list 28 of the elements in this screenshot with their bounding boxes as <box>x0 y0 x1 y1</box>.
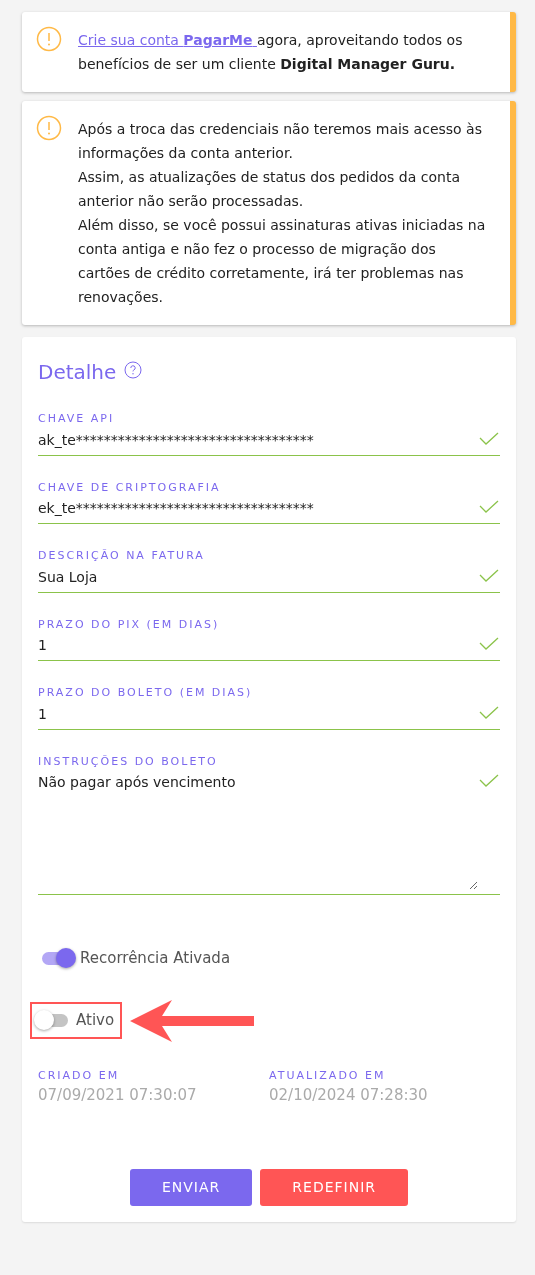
date-value: 07/09/2021 07:30:07 <box>38 1085 198 1106</box>
alert-text: Crie sua conta PagarMe agora, aproveitando todos os benefícios de ser um cliente Digital Manager Guru. <box>78 31 464 74</box>
alert-text: Após a troca das credenciais não teremos mais acesso às informações da conta anterior. <box>78 120 483 163</box>
input-field[interactable]: Sua Loja <box>38 566 478 588</box>
warning-icon <box>36 115 62 141</box>
pagarme-link[interactable]: Crie sua conta PagarMe <box>78 32 257 48</box>
field-label: INSTRUÇÕES DO BOLETO <box>38 753 219 770</box>
date-label: CRIADO EM <box>38 1067 121 1084</box>
input-field[interactable]: 1 <box>38 635 478 656</box>
textarea-field[interactable]: Não pagar após vencimento <box>38 772 478 890</box>
submit-button[interactable]: ENVIAR <box>129 1168 253 1206</box>
toggle-switch[interactable]: Ativo <box>34 1005 119 1036</box>
field-label: DESCRIÇÃO NA FATURA <box>38 548 206 564</box>
alert-text: Assim, as atualizações de status dos pedidos da conta anterior não serão processadas. <box>78 168 461 211</box>
field-label: CHAVE API <box>38 411 116 427</box>
input-field[interactable]: 1 <box>38 703 478 725</box>
field-label: PRAZO DO PIX (EM DIAS) <box>38 616 221 633</box>
field-label: CHAVE DE CRIPTOGRAFIA <box>38 479 222 496</box>
date-label: ATUALIZADO EM <box>269 1067 387 1084</box>
section-title: Detalhe <box>38 359 117 386</box>
warning-icon <box>36 26 62 52</box>
input-field[interactable]: ek_te********************************** <box>38 498 478 519</box>
input-field[interactable]: ak_te********************************** <box>38 429 478 451</box>
field-label: PRAZO DO BOLETO (EM DIAS) <box>38 685 254 701</box>
toggle-switch[interactable]: Recorrência Ativada <box>38 943 235 974</box>
date-value: 02/10/2024 07:28:30 <box>269 1085 429 1106</box>
help-icon[interactable] <box>124 361 143 379</box>
alert-text: Além disso, se você possui assinaturas ativas iniciadas na conta antiga e não fez o processo de migração dos cartões de crédito corretamente, irá ter problemas nas renovações. <box>78 216 487 307</box>
